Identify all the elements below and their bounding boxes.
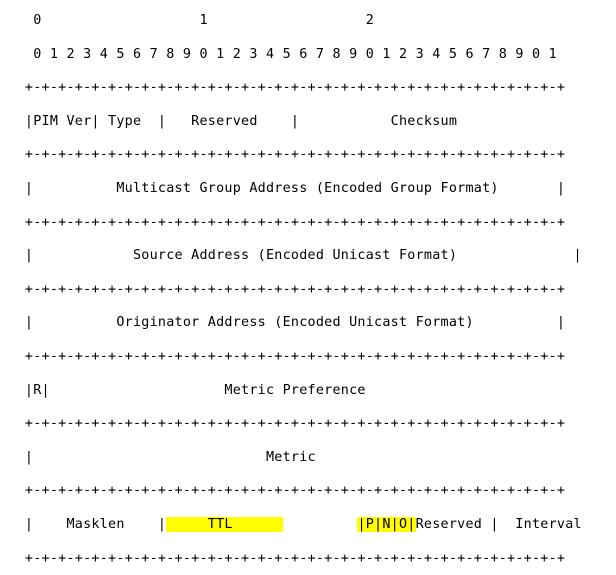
pno-flags-highlight: |P|N|O| <box>357 517 415 532</box>
metric-row: | Metric <box>0 441 616 475</box>
ttl-highlight: TTL <box>166 517 282 532</box>
metric-preference-row: |R| Metric Preference <box>0 374 616 408</box>
separator-bottom: +-+-+-+-+-+-+-+-+-+-+-+-+-+-+-+-+-+-+-+-… <box>0 542 616 575</box>
multicast-group-address-row: | Multicast Group Address (Encoded Group… <box>0 172 616 206</box>
separator-1: +-+-+-+-+-+-+-+-+-+-+-+-+-+-+-+-+-+-+-+-… <box>0 138 616 172</box>
separator-3: +-+-+-+-+-+-+-+-+-+-+-+-+-+-+-+-+-+-+-+-… <box>0 273 616 307</box>
reserved-interval-segment: Reserved | Interval <box>416 517 582 532</box>
gap-segment <box>283 517 358 532</box>
separator-5: +-+-+-+-+-+-+-+-+-+-+-+-+-+-+-+-+-+-+-+-… <box>0 407 616 441</box>
originator-address-row: | Originator Address (Encoded Unicast Fo… <box>0 306 616 340</box>
bit-ruler-digits: 0 1 2 3 4 5 6 7 8 9 0 1 2 3 4 5 6 7 8 9 … <box>0 38 616 72</box>
masklen-segment: | Masklen | <box>0 517 166 532</box>
pim-header-row: |PIM Ver| Type | Reserved | Checksum <box>0 105 616 139</box>
ascii-packet-diagram: 0 1 2 0 1 2 3 4 5 6 7 8 9 0 1 2 3 4 5 6 … <box>0 0 616 567</box>
masklen-ttl-pno-reserved-interval-row: | Masklen | TTL |P|N|O|Reserved | Interv… <box>0 508 616 542</box>
packet-diagram-text: 0 1 2 0 1 2 3 4 5 6 7 8 9 0 1 2 3 4 5 6 … <box>0 4 616 575</box>
separator-6: +-+-+-+-+-+-+-+-+-+-+-+-+-+-+-+-+-+-+-+-… <box>0 474 616 508</box>
separator-4: +-+-+-+-+-+-+-+-+-+-+-+-+-+-+-+-+-+-+-+-… <box>0 340 616 374</box>
separator-top: +-+-+-+-+-+-+-+-+-+-+-+-+-+-+-+-+-+-+-+-… <box>0 71 616 105</box>
separator-2: +-+-+-+-+-+-+-+-+-+-+-+-+-+-+-+-+-+-+-+-… <box>0 206 616 240</box>
source-address-row: | Source Address (Encoded Unicast Format… <box>0 239 616 273</box>
bit-ruler-word-numbers: 0 1 2 <box>0 4 616 38</box>
